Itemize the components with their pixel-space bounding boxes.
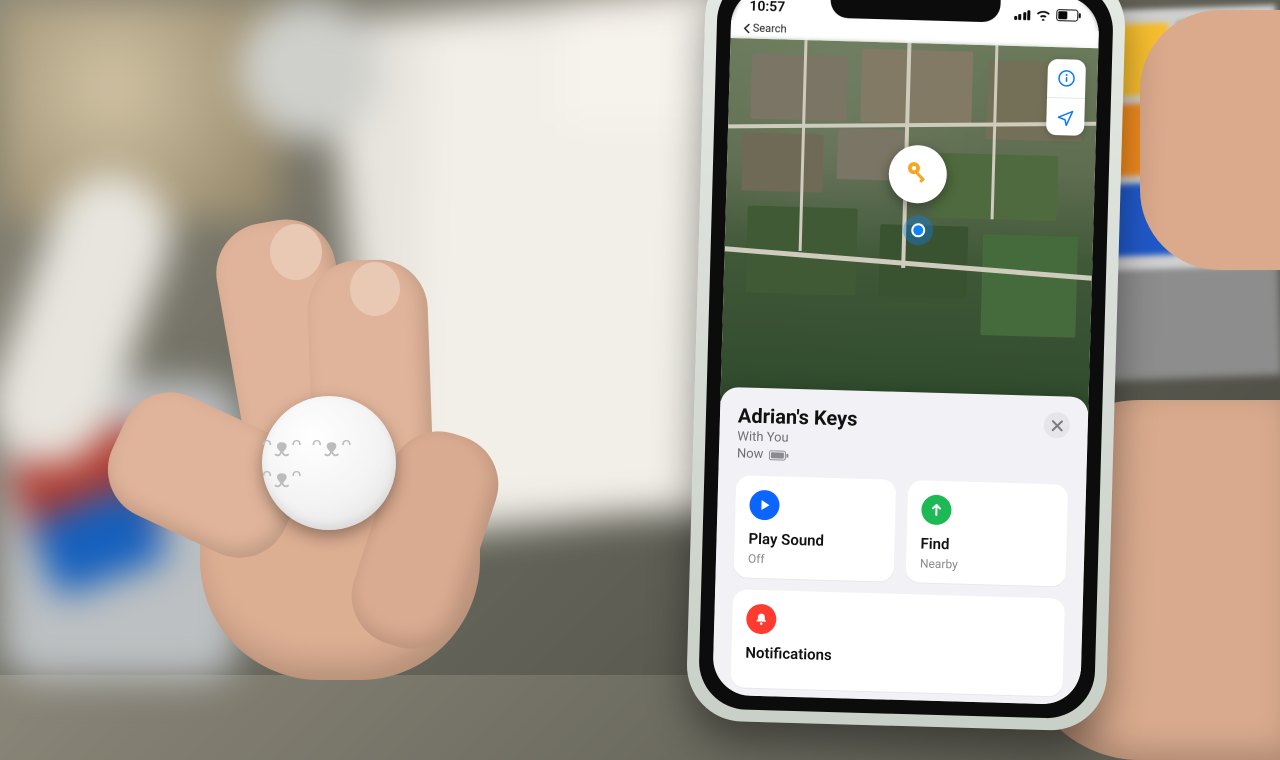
- play-sound-title: Play Sound: [748, 530, 880, 552]
- phone-screen: 10:57 Search: [712, 0, 1100, 705]
- play-icon: [749, 490, 780, 521]
- notifications-card[interactable]: Notifications: [730, 589, 1065, 696]
- find-subtitle: Nearby: [920, 556, 1052, 574]
- find-card[interactable]: Find Nearby: [905, 480, 1068, 586]
- iphone-device: 10:57 Search: [685, 0, 1126, 732]
- item-sheet: Adrian's Keys With You Now: [712, 387, 1088, 705]
- play-sound-subtitle: Off: [748, 552, 880, 570]
- item-title: Adrian's Keys: [738, 403, 858, 430]
- play-sound-card[interactable]: Play Sound Off: [733, 475, 896, 581]
- find-icon: [921, 495, 952, 526]
- item-status-time: Now: [737, 446, 764, 462]
- map-locate-button[interactable]: [1046, 97, 1085, 136]
- bell-icon: [746, 604, 777, 635]
- airtag-device: ᵔᴥᵔ ᵔᴥᵔ ᵔᴥᵔ: [262, 396, 396, 530]
- key-icon: [902, 156, 933, 191]
- cellular-signal-icon: [1014, 8, 1031, 19]
- map-info-button[interactable]: [1047, 59, 1086, 98]
- item-battery-icon: [769, 450, 789, 461]
- item-status-location: With You: [737, 429, 789, 445]
- notifications-title: Notifications: [745, 644, 1049, 670]
- status-time: 10:57: [749, 0, 785, 15]
- close-sheet-button[interactable]: [1043, 412, 1070, 439]
- back-label: Search: [753, 22, 787, 36]
- wifi-icon: [1035, 8, 1051, 20]
- map-controls: [1046, 59, 1086, 136]
- item-location-pin[interactable]: [888, 144, 952, 208]
- battery-icon: [1056, 9, 1081, 22]
- find-title: Find: [920, 534, 1052, 556]
- map-view[interactable]: [720, 38, 1098, 411]
- airtag-engraving: ᵔᴥᵔ ᵔᴥᵔ ᵔᴥᵔ: [262, 432, 396, 494]
